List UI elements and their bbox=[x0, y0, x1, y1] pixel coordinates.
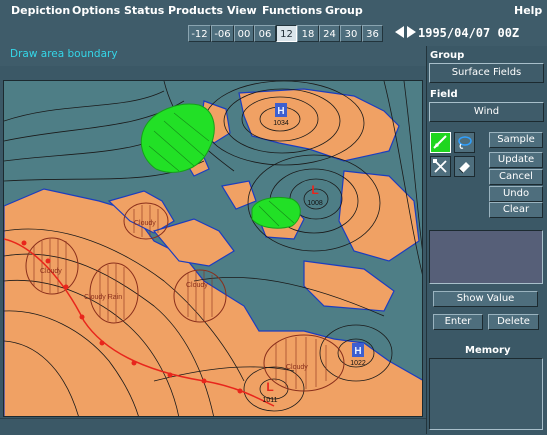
precip-area-central bbox=[251, 196, 301, 229]
menu-bar: Depiction Options Status Products View F… bbox=[0, 0, 547, 23]
hour-button-36[interactable]: 36 bbox=[362, 25, 383, 42]
hour-button-minus12[interactable]: -12 bbox=[188, 25, 211, 42]
low-symbol: L bbox=[311, 183, 318, 197]
high-symbol: H bbox=[277, 106, 284, 117]
pressure-center-high-1: H 1034 bbox=[273, 103, 289, 127]
status-message: Draw area boundary bbox=[10, 48, 118, 60]
pressure-center-high-2: H 1022 bbox=[350, 343, 366, 367]
menu-group[interactable]: Group bbox=[325, 0, 363, 22]
menu-options[interactable]: Options bbox=[72, 0, 120, 22]
pressure-value: 1008 bbox=[307, 200, 323, 207]
menu-status[interactable]: Status bbox=[124, 0, 164, 22]
move-icon bbox=[433, 159, 447, 173]
sample-button[interactable]: Sample bbox=[489, 132, 543, 148]
area-label: Cloudy bbox=[286, 364, 308, 371]
enter-button[interactable]: Enter bbox=[433, 314, 483, 330]
draw-line-icon bbox=[433, 135, 447, 149]
update-button[interactable]: Update bbox=[489, 152, 543, 168]
horizontal-scrollbar[interactable] bbox=[0, 418, 426, 435]
area-label: Cloudy Rain bbox=[84, 294, 122, 301]
memory-label: Memory bbox=[465, 345, 511, 356]
scroll-corner bbox=[411, 68, 423, 80]
hour-button-24[interactable]: 24 bbox=[319, 25, 340, 42]
delete-button[interactable]: Delete bbox=[488, 314, 539, 330]
value-display-area bbox=[429, 230, 543, 284]
weather-map[interactable]: H 1034 L 1008 H 1022 L 1011 Cloudy Cloud… bbox=[3, 80, 423, 417]
undo-button[interactable]: Undo bbox=[489, 186, 543, 202]
pressure-value: 1034 bbox=[273, 120, 289, 127]
area-label: Cloudy bbox=[40, 268, 62, 275]
pressure-value: 1022 bbox=[350, 360, 366, 367]
menu-depiction[interactable]: Depiction bbox=[11, 0, 70, 22]
cancel-button[interactable]: Cancel bbox=[489, 169, 543, 185]
previous-time-icon[interactable] bbox=[395, 26, 404, 38]
valid-time-display: 1995/04/07 00Z bbox=[418, 26, 520, 40]
move-tool-button[interactable] bbox=[430, 156, 451, 177]
hour-button-00[interactable]: 00 bbox=[234, 25, 254, 42]
clear-button[interactable]: Clear bbox=[489, 202, 543, 218]
memory-list[interactable] bbox=[429, 358, 543, 430]
pressure-value: 1011 bbox=[262, 397, 277, 404]
menu-view[interactable]: View bbox=[227, 0, 257, 22]
field-value-button[interactable]: Wind bbox=[429, 102, 544, 122]
hour-button-30[interactable]: 30 bbox=[340, 25, 362, 42]
draw-tool-button[interactable] bbox=[430, 132, 451, 153]
eraser-icon bbox=[458, 162, 470, 174]
lasso-icon bbox=[458, 136, 472, 149]
area-label: Cloudy bbox=[186, 282, 208, 289]
hour-button-06[interactable]: 06 bbox=[254, 25, 276, 42]
map-canvas[interactable]: H 1034 L 1008 H 1022 L 1011 Cloudy Cloud… bbox=[4, 81, 423, 417]
hour-button-minus06[interactable]: -06 bbox=[211, 25, 234, 42]
menu-help[interactable]: Help bbox=[514, 0, 542, 22]
hour-button-18[interactable]: 18 bbox=[297, 25, 319, 42]
area-label: Cloudy bbox=[134, 220, 156, 227]
hour-button-12[interactable]: 12 bbox=[276, 25, 297, 42]
low-symbol: L bbox=[266, 380, 273, 394]
lasso-tool-button[interactable] bbox=[454, 132, 475, 153]
show-value-button[interactable]: Show Value bbox=[433, 291, 538, 307]
eraser-tool-button[interactable] bbox=[454, 156, 475, 177]
next-time-icon[interactable] bbox=[407, 26, 416, 38]
high-symbol: H bbox=[354, 346, 361, 357]
menu-functions[interactable]: Functions bbox=[262, 0, 322, 22]
group-label: Group bbox=[430, 50, 465, 61]
group-value-button[interactable]: Surface Fields bbox=[429, 63, 544, 83]
field-label: Field bbox=[430, 89, 458, 100]
menu-products[interactable]: Products bbox=[168, 0, 223, 22]
